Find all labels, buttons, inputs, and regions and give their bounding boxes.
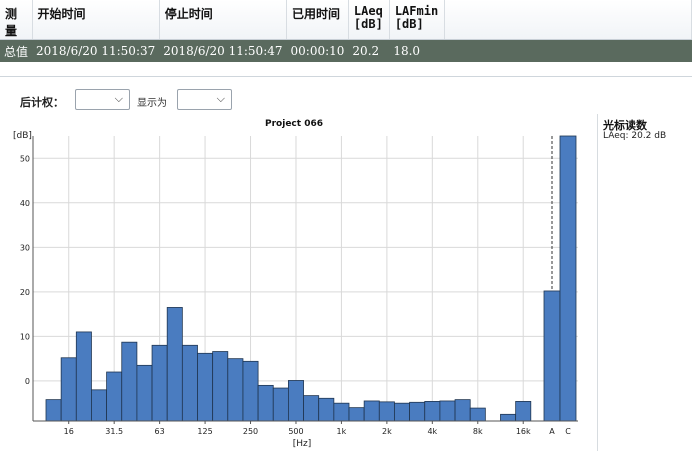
- col-header-empty: [444, 0, 692, 40]
- bar-16: [60, 357, 77, 422]
- cursor-readout-value: LAeq: 20.2 dB: [603, 131, 667, 141]
- x-tick-label: 125: [197, 427, 212, 436]
- bar-315: [257, 384, 274, 422]
- row-elapsed-time: 00:00:10: [286, 39, 349, 62]
- y-ticks: 0 10 20 30 40 50: [20, 154, 30, 386]
- bar-C: [559, 135, 577, 422]
- x-tick-label: C: [565, 427, 571, 436]
- row-laeq: 20.2: [348, 39, 390, 62]
- bar-1k: [333, 402, 350, 422]
- row-empty: [444, 39, 692, 62]
- bar-3.15k: [409, 401, 426, 422]
- x-tick-label: 31.5: [105, 427, 123, 436]
- x-tick-label: 63: [155, 427, 165, 436]
- bar-31.5: [106, 371, 123, 422]
- col-header-lafmin[interactable]: LAFmin [dB]: [389, 0, 446, 40]
- bar-63: [151, 344, 168, 422]
- bar-25: [91, 389, 107, 422]
- bar-630: [303, 395, 320, 422]
- bar-400: [272, 387, 289, 422]
- x-tick-label: 4k: [427, 427, 437, 436]
- bar-100: [181, 344, 198, 422]
- chevron-down-icon: ⌵: [216, 92, 225, 105]
- bar-8k: [469, 407, 486, 422]
- y-axis-label: [dB]: [13, 131, 32, 141]
- bar-125: [197, 352, 214, 422]
- row-label: 总值: [0, 39, 33, 62]
- x-tick-label: 250: [243, 427, 258, 436]
- x-tick-label: 1k: [337, 427, 347, 436]
- chevron-down-icon: ⌵: [114, 92, 123, 105]
- y-tick-label: 0: [25, 377, 30, 386]
- bar-2.5k: [394, 402, 411, 422]
- x-tick-label: 16k: [516, 427, 531, 436]
- bar-80: [166, 307, 183, 422]
- measurement-table: 测量 开始时间 停止时间 已用时间 LAeq [dB] LAFmin [dB] …: [0, 0, 692, 62]
- bar-160: [212, 351, 229, 422]
- y-tick-label: 40: [20, 199, 30, 208]
- bar-5k: [439, 400, 456, 422]
- x-tick-label: 8k: [473, 427, 483, 436]
- bar-500: [287, 380, 304, 422]
- x-tick-label: 2k: [382, 427, 392, 436]
- x-tick-label: A: [549, 427, 555, 436]
- row-start-time: 2018/6/20 11:50:37: [32, 39, 160, 62]
- post-weighting-label: 后计权：: [20, 96, 64, 109]
- col-header-start[interactable]: 开始时间: [32, 0, 160, 40]
- bar-50: [136, 364, 153, 422]
- bar-1.25k: [348, 407, 365, 422]
- col-header-laeq[interactable]: LAeq [dB]: [348, 0, 390, 40]
- post-weighting-select[interactable]: ⌵: [75, 89, 130, 110]
- bar-4k: [424, 401, 441, 422]
- bar-2k: [378, 401, 395, 422]
- bar-12.5: [45, 399, 62, 422]
- y-tick-label: 20: [20, 288, 30, 297]
- bar-A: [543, 290, 561, 422]
- bar-1.6k: [363, 400, 380, 422]
- chart-title: Project 066: [265, 119, 323, 129]
- col-header-elapsed[interactable]: 已用时间: [286, 0, 349, 40]
- spectrum-chart[interactable]: Project 066 [dB] [Hz] 0 10 20 30 40 50 16 31.5…: [0, 112, 600, 452]
- bar-16k: [515, 401, 532, 422]
- bar-250: [242, 360, 259, 422]
- divider: [0, 76, 692, 77]
- col-header-stop[interactable]: 停止时间: [159, 0, 288, 40]
- bar-40: [121, 341, 138, 422]
- col-header-measure[interactable]: 测量: [0, 0, 33, 40]
- table-row[interactable]: 总值 2018/6/20 11:50:37 2018/6/20 11:50:47…: [0, 39, 692, 62]
- row-stop-time: 2018/6/20 11:50:47: [159, 39, 287, 62]
- display-as-select[interactable]: ⌵: [177, 89, 232, 110]
- display-as-label: 显示为: [137, 98, 167, 109]
- y-tick-label: 50: [20, 154, 30, 163]
- bars: [45, 135, 577, 422]
- y-tick-label: 10: [20, 332, 30, 341]
- bar-800: [318, 397, 335, 422]
- x-ticks: 16 31.5 63 125 250 500 1k 2k 4k 8k 16k A C: [64, 421, 571, 436]
- x-tick-label: 500: [288, 427, 303, 436]
- bar-200: [227, 358, 244, 422]
- y-tick-label: 30: [20, 243, 30, 252]
- table-header-row: 测量 开始时间 停止时间 已用时间 LAeq [dB] LAFmin [dB]: [0, 0, 692, 40]
- bar-6.3k: [454, 399, 471, 422]
- row-lafmin: 18.0: [389, 39, 445, 62]
- bar-12.5k: [500, 413, 517, 422]
- x-tick-label: 16: [64, 427, 74, 436]
- bar-20: [75, 331, 92, 422]
- x-axis-label: [Hz]: [293, 439, 312, 449]
